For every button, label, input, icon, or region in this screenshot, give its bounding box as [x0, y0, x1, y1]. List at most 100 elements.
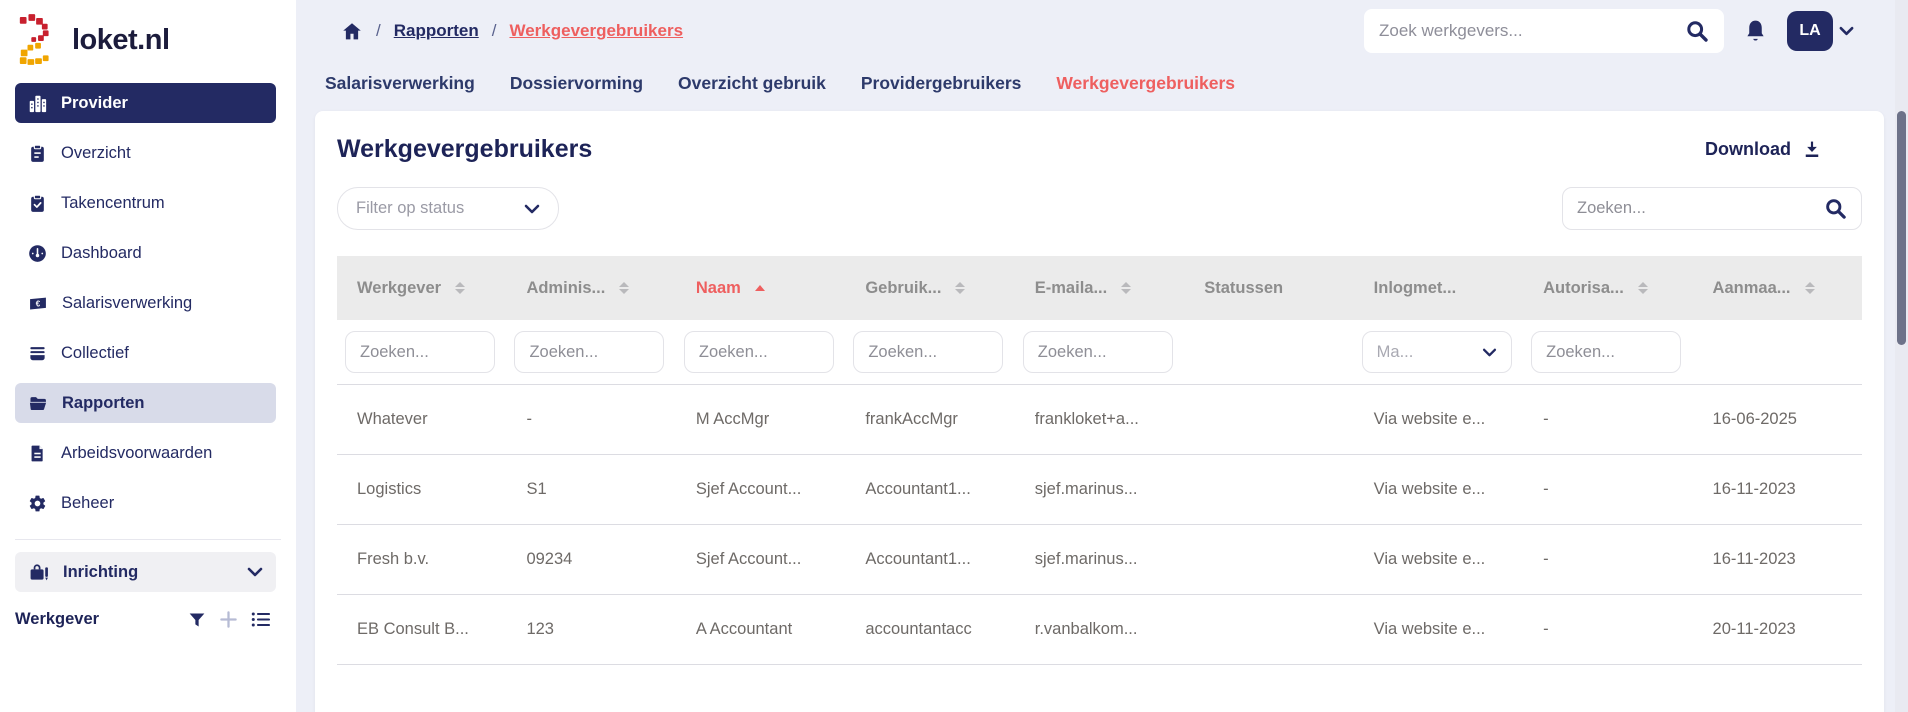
sidebar-item-collectief[interactable]: Collectief: [15, 333, 276, 373]
table-row[interactable]: EB Consult B... 123 A Accountant account…: [337, 595, 1862, 665]
column-header-aanmaakdatum[interactable]: Aanmaa...: [1693, 279, 1862, 298]
global-search-input[interactable]: [1379, 21, 1685, 41]
column-header-gebruikersnaam[interactable]: Gebruik...: [845, 279, 1014, 298]
search-icon[interactable]: [1824, 197, 1847, 220]
column-header-werkgever[interactable]: Werkgever: [337, 279, 506, 298]
column-label: E-maila...: [1035, 279, 1107, 298]
user-menu[interactable]: LA: [1787, 11, 1854, 51]
report-tabs: Salarisverwerking Dossiervorming Overzic…: [296, 60, 1908, 106]
sort-icon: [955, 282, 965, 294]
list-icon[interactable]: [251, 611, 270, 628]
filter-werkgever-input[interactable]: [345, 331, 495, 373]
cell-inlogmethode: Via website e...: [1354, 620, 1523, 639]
clipboard-icon: [28, 144, 47, 163]
filter-emailadres-input[interactable]: [1023, 331, 1173, 373]
sidebar-item-overzicht[interactable]: Overzicht: [15, 133, 276, 173]
cell-emailadres: sjef.marinus...: [1015, 550, 1184, 569]
filter-inlogmethode-placeholder: Ma...: [1377, 343, 1414, 362]
filter-administratie-input[interactable]: [514, 331, 664, 373]
sidebar-item-arbeidsvoorwaarden[interactable]: Arbeidsvoorwaarden: [15, 433, 276, 473]
cell-aanmaakdatum: 20-11-2023: [1693, 620, 1862, 639]
sort-icon: [1805, 282, 1815, 294]
notifications-bell-icon[interactable]: [1743, 18, 1768, 44]
sort-icon: [1121, 282, 1131, 294]
cell-autorisatie: -: [1523, 550, 1692, 569]
cell-emailadres: r.vanbalkom...: [1015, 620, 1184, 639]
cell-gebruikersnaam: Accountant1...: [845, 550, 1014, 569]
download-icon: [1802, 139, 1822, 160]
sidebar-menu: Provider Overzicht Takencentrum: [0, 75, 296, 523]
status-filter-select[interactable]: Filter op status: [337, 187, 559, 230]
sidebar-item-provider[interactable]: Provider: [15, 83, 276, 123]
cell-gebruikersnaam: frankAccMgr: [845, 410, 1014, 429]
sidebar-item-inrichting[interactable]: Inrichting: [15, 552, 276, 592]
cell-aanmaakdatum: 16-06-2025: [1693, 410, 1862, 429]
breadcrumb-separator: /: [376, 21, 381, 41]
sidebar-divider: [15, 539, 281, 540]
sidebar-item-rapporten[interactable]: Rapporten: [15, 383, 276, 423]
table-row[interactable]: Logistics S1 Sjef Account... Accountant1…: [337, 455, 1862, 525]
sidebar-item-beheer[interactable]: Beheer: [15, 483, 276, 523]
banknote-euro-icon: €: [28, 294, 48, 313]
avatar[interactable]: LA: [1787, 11, 1833, 51]
filter-gebruikersnaam-input[interactable]: [853, 331, 1003, 373]
chevron-down-icon: [1839, 26, 1854, 36]
column-header-administratie[interactable]: Adminis...: [506, 279, 675, 298]
column-header-autorisatie[interactable]: Autorisa...: [1523, 279, 1692, 298]
download-label: Download: [1705, 139, 1791, 160]
cell-inlogmethode: Via website e...: [1354, 410, 1523, 429]
sidebar-item-label: Inrichting: [63, 563, 138, 582]
table-row[interactable]: Whatever - M AccMgr frankAccMgr franklok…: [337, 385, 1862, 455]
brand-logo[interactable]: loket.nl: [0, 0, 296, 75]
sidebar-item-label: Beheer: [61, 494, 114, 513]
download-button[interactable]: Download: [1705, 139, 1822, 160]
vertical-scrollbar[interactable]: [1895, 0, 1908, 712]
sort-icon: [1638, 282, 1648, 294]
cell-gebruikersnaam: Accountant1...: [845, 480, 1014, 499]
tab-dossiervorming[interactable]: Dossiervorming: [510, 73, 643, 94]
sidebar-item-takencentrum[interactable]: Takencentrum: [15, 183, 276, 223]
cell-inlogmethode: Via website e...: [1354, 480, 1523, 499]
filter-inlogmethode-select[interactable]: Ma...: [1362, 331, 1512, 373]
search-icon[interactable]: [1685, 19, 1709, 43]
breadcrumb-werkgevergebruikers[interactable]: Werkgevergebruikers: [509, 21, 683, 41]
column-header-emailadres[interactable]: E-maila...: [1015, 279, 1184, 298]
filter-autorisatie-input[interactable]: [1531, 331, 1681, 373]
table-row[interactable]: Fresh b.v. 09234 Sjef Account... Account…: [337, 525, 1862, 595]
tab-providergebruikers[interactable]: Providergebruikers: [861, 73, 1021, 94]
column-header-inlogmethode: Inlogmet...: [1354, 279, 1523, 298]
home-icon[interactable]: [341, 21, 363, 42]
plus-icon[interactable]: [219, 610, 238, 629]
sidebar-item-salarisverwerking[interactable]: € Salarisverwerking: [15, 283, 276, 323]
gear-icon: [28, 494, 47, 513]
tab-overzicht-gebruik[interactable]: Overzicht gebruik: [678, 73, 826, 94]
sidebar-item-dashboard[interactable]: Dashboard: [15, 233, 276, 273]
table-filter-row: Ma...: [337, 320, 1862, 385]
sidebar-item-label: Collectief: [61, 344, 129, 363]
column-label: Aanmaa...: [1713, 279, 1791, 298]
scrollbar-thumb[interactable]: [1897, 111, 1906, 345]
sidebar: loket.nl Provider Overzicht: [0, 0, 296, 712]
breadcrumb-separator: /: [492, 21, 497, 41]
breadcrumb-rapporten[interactable]: Rapporten: [394, 21, 479, 41]
cell-naam: A Accountant: [676, 620, 845, 639]
clipboard-check-icon: [28, 194, 47, 213]
chevron-down-icon: [1482, 348, 1497, 357]
tab-salarisverwerking[interactable]: Salarisverwerking: [325, 73, 475, 94]
sidebar-werkgever-section: Werkgever: [15, 610, 270, 629]
table-search-input[interactable]: [1577, 199, 1824, 218]
sidebar-item-label: Rapporten: [62, 394, 145, 413]
column-label: Gebruik...: [865, 279, 941, 298]
column-header-naam[interactable]: Naam: [676, 279, 845, 298]
cell-administratie: -: [506, 410, 675, 429]
cell-naam: M AccMgr: [676, 410, 845, 429]
status-filter-placeholder: Filter op status: [356, 199, 464, 218]
briefcase-pencil-icon: [28, 563, 49, 582]
sidebar-item-label: Dashboard: [61, 244, 142, 263]
cell-administratie: S1: [506, 480, 675, 499]
filter-naam-input[interactable]: [684, 331, 834, 373]
filter-funnel-icon[interactable]: [188, 611, 206, 629]
cell-emailadres: sjef.marinus...: [1015, 480, 1184, 499]
cell-autorisatie: -: [1523, 410, 1692, 429]
tab-werkgevergebruikers[interactable]: Werkgevergebruikers: [1056, 73, 1235, 94]
